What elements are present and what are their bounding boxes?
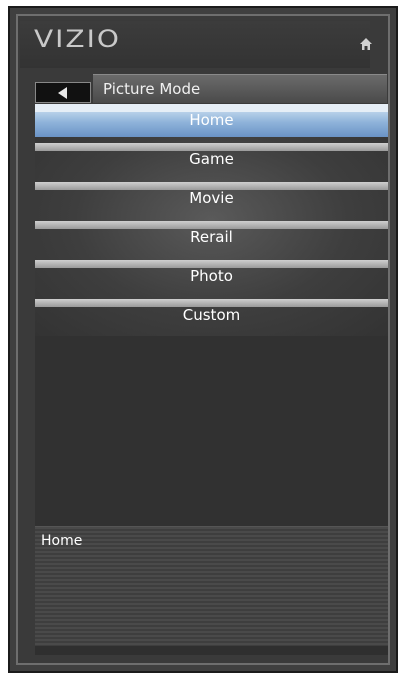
empty-content-area xyxy=(35,336,388,526)
menu-item-movie[interactable]: Movie xyxy=(35,182,388,215)
bottom-strip xyxy=(35,646,388,655)
menu-item-label: Rerail xyxy=(190,228,233,246)
vizio-logo: VIZIO xyxy=(34,25,121,54)
menu-item-home[interactable]: Home xyxy=(35,104,388,137)
menu-item-label: Game xyxy=(189,150,234,168)
home-icon[interactable] xyxy=(358,36,374,52)
info-panel: Home xyxy=(35,526,388,647)
page-title: Picture Mode xyxy=(103,80,201,98)
menu-item-photo[interactable]: Photo xyxy=(35,260,388,293)
menu-item-game[interactable]: Game xyxy=(35,143,388,176)
menu-item-label: Movie xyxy=(189,189,234,207)
menu-item-rerail[interactable]: Rerail xyxy=(35,221,388,254)
menu-item-custom[interactable]: Custom xyxy=(35,299,388,332)
menu-item-label: Photo xyxy=(190,267,233,285)
title-box: Picture Mode xyxy=(93,74,387,103)
back-button[interactable] xyxy=(35,82,91,103)
info-text: Home xyxy=(41,533,83,549)
menu-item-label: Home xyxy=(189,111,234,129)
menu-item-label: Custom xyxy=(182,306,241,324)
picture-mode-menu: Home Game Movie Rerail Photo Custom xyxy=(35,104,388,336)
back-arrow-icon xyxy=(58,87,67,99)
title-bar: Picture Mode xyxy=(35,74,388,103)
